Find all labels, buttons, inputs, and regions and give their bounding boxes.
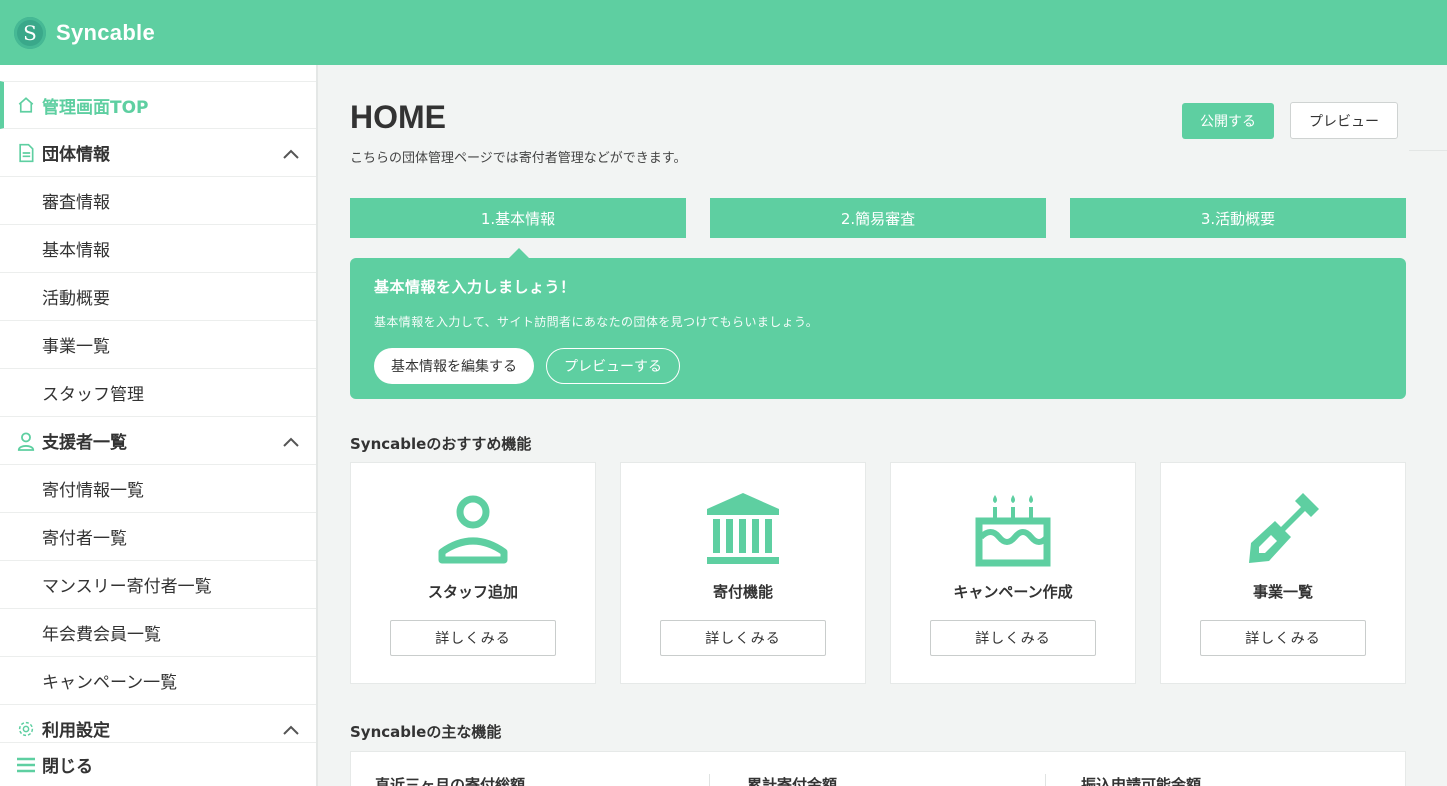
cake-icon <box>975 491 1051 567</box>
page-title: HOME <box>350 99 446 135</box>
feature-card: 寄付機能 詳しくみる <box>620 462 866 684</box>
sidebar-item-label: 管理画面TOP <box>42 97 149 118</box>
setup-steps: 1.基本情報 2.簡易審査 3.活動概要 <box>350 198 1406 238</box>
sidebar-section-organization[interactable]: 団体情報 <box>0 129 316 177</box>
menu-icon <box>16 755 36 775</box>
sidebar: 管理画面TOP 団体情報 審査情報 基本情報 活動概要 事業一覧 スタッフ管理 … <box>0 65 318 786</box>
sidebar-section-label: 支援者一覧 <box>42 433 127 453</box>
staff-icon <box>435 491 511 567</box>
sidebar-item-label: 審査情報 <box>42 193 110 213</box>
stats-panel: 直近三ヶ月の寄付総額 累計寄付金額 振込申請可能金額 <box>350 751 1406 786</box>
publish-button[interactable]: 公開する <box>1182 103 1274 139</box>
card-label: 事業一覧 <box>1252 583 1313 601</box>
sidebar-item-label: 基本情報 <box>42 241 110 261</box>
person-icon <box>16 431 36 451</box>
sidebar-item-top[interactable]: 管理画面TOP <box>0 81 316 129</box>
sidebar-item-donations[interactable]: 寄付情報一覧 <box>0 465 316 513</box>
sidebar-item-projects[interactable]: 事業一覧 <box>0 321 316 369</box>
sidebar-section-supporters[interactable]: 支援者一覧 <box>0 417 316 465</box>
main-features-section-title: Syncableの主な機能 <box>350 723 502 741</box>
sidebar-item-label: 年会費会員一覧 <box>42 625 161 645</box>
sidebar-item-label: 事業一覧 <box>42 337 110 357</box>
card-details-button[interactable]: 詳しくみる <box>930 620 1096 656</box>
stat-divider <box>709 774 710 786</box>
preview-basic-info-button[interactable]: プレビューする <box>546 348 680 384</box>
recommended-section-title: Syncableのおすすめ機能 <box>350 435 532 453</box>
sidebar-item-monthly-donors[interactable]: マンスリー寄付者一覧 <box>0 561 316 609</box>
card-details-button[interactable]: 詳しくみる <box>660 620 826 656</box>
feature-card: スタッフ追加 詳しくみる <box>350 462 596 684</box>
divider <box>1409 150 1447 151</box>
chevron-up-icon[interactable] <box>282 433 300 453</box>
card-label: スタッフ追加 <box>427 583 518 601</box>
sidebar-item-label: 寄付者一覧 <box>42 529 127 549</box>
step-review[interactable]: 2.簡易審査 <box>710 198 1046 238</box>
gear-icon <box>16 719 36 739</box>
sidebar-item-activity[interactable]: 活動概要 <box>0 273 316 321</box>
sidebar-close-label: 閉じる <box>42 757 93 777</box>
sidebar-close-button[interactable]: 閉じる <box>0 742 316 786</box>
stat-transferable-amount: 振込申請可能金額 <box>1081 776 1202 786</box>
edit-basic-info-button[interactable]: 基本情報を編集する <box>374 348 534 384</box>
sidebar-section-label: 団体情報 <box>42 145 110 165</box>
card-details-button[interactable]: 詳しくみる <box>1200 620 1366 656</box>
banner-title: 基本情報を入力しましょう！ <box>374 278 576 296</box>
stat-recent-donations: 直近三ヶ月の寄付総額 <box>375 776 526 786</box>
feature-card: キャンペーン作成 詳しくみる <box>890 462 1136 684</box>
banner-pointer <box>508 248 530 259</box>
step-activity[interactable]: 3.活動概要 <box>1070 198 1406 238</box>
app-name[interactable]: Syncable <box>56 20 155 46</box>
sidebar-item-label: スタッフ管理 <box>42 385 144 405</box>
stat-divider <box>1045 774 1046 786</box>
banner-text: 基本情報を入力して、サイト訪問者にあなたの団体を見つけてもらいましょう。 <box>374 315 819 329</box>
document-icon <box>16 143 36 163</box>
stat-total-donations: 累計寄付金額 <box>747 776 838 786</box>
sidebar-item-staff[interactable]: スタッフ管理 <box>0 369 316 417</box>
shovel-icon <box>1245 491 1321 567</box>
card-label: 寄付機能 <box>712 583 773 601</box>
sidebar-item-label: 活動概要 <box>42 289 110 309</box>
chevron-up-icon[interactable] <box>282 721 300 741</box>
sidebar-item-label: マンスリー寄付者一覧 <box>42 577 212 597</box>
chevron-up-icon[interactable] <box>282 145 300 165</box>
sidebar-item-members[interactable]: 年会費会員一覧 <box>0 609 316 657</box>
sidebar-item-campaigns[interactable]: キャンペーン一覧 <box>0 657 316 705</box>
logo-icon: S <box>14 16 46 49</box>
sidebar-item-review[interactable]: 審査情報 <box>0 177 316 225</box>
feature-card: 事業一覧 詳しくみる <box>1160 462 1406 684</box>
preview-button[interactable]: プレビュー <box>1290 102 1398 139</box>
card-label: キャンペーン作成 <box>953 583 1073 601</box>
sidebar-item-donors[interactable]: 寄付者一覧 <box>0 513 316 561</box>
card-details-button[interactable]: 詳しくみる <box>390 620 556 656</box>
sidebar-item-label: 寄付情報一覧 <box>42 481 144 501</box>
sidebar-item-basic-info[interactable]: 基本情報 <box>0 225 316 273</box>
feature-cards: スタッフ追加 詳しくみる 寄付機能 詳しくみる キャンペーン作成 詳しくみる 事… <box>350 462 1406 684</box>
step-banner: 基本情報を入力しましょう！ 基本情報を入力して、サイト訪問者にあなたの団体を見つ… <box>350 248 1406 399</box>
page-description: こちらの団体管理ページでは寄付者管理などができます。 <box>350 151 687 166</box>
top-bar: S Syncable <box>0 0 1447 65</box>
bank-icon <box>705 491 781 567</box>
sidebar-item-label: キャンペーン一覧 <box>42 673 178 693</box>
step-basic-info[interactable]: 1.基本情報 <box>350 198 686 238</box>
sidebar-section-label: 利用設定 <box>42 721 110 741</box>
home-icon <box>16 95 36 115</box>
